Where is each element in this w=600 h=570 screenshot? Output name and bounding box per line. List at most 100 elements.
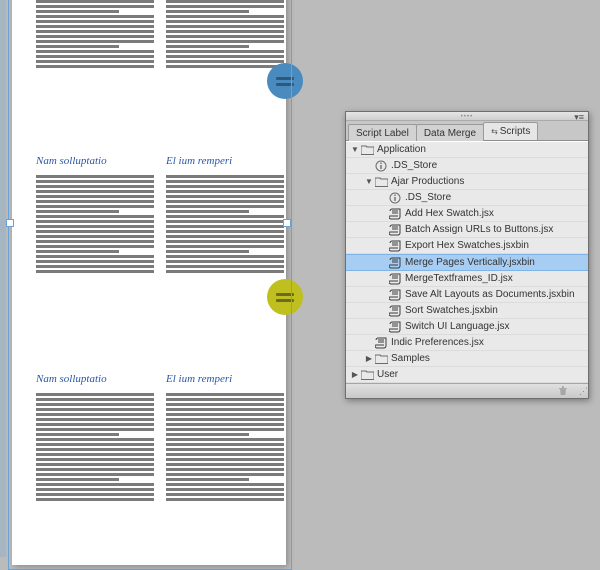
- script-label: Application: [377, 144, 584, 155]
- disclosure-right-icon[interactable]: ▶: [364, 354, 374, 363]
- script-label: Batch Assign URLs to Buttons.jsx: [405, 224, 584, 235]
- text-line: [166, 30, 284, 33]
- panel-menu-button[interactable]: ▾≡: [574, 112, 584, 123]
- text-line: [36, 235, 154, 238]
- text-line: [36, 50, 154, 53]
- script-row[interactable]: ▼Add Hex Swatch.jsx: [346, 206, 588, 222]
- document-workspace: Nam solluptatio El ium remperi Nam sollu…: [0, 0, 335, 557]
- script-icon: [388, 239, 402, 252]
- text-line: [36, 473, 154, 476]
- script-row[interactable]: ▼ Application: [346, 142, 588, 158]
- text-section-1: [36, 0, 284, 68]
- script-row[interactable]: ▼Merge Pages Vertically.jsxbin: [346, 254, 588, 271]
- text-line: [166, 468, 284, 471]
- text-line: [36, 413, 154, 416]
- text-line: [166, 180, 284, 183]
- script-icon: [388, 256, 402, 269]
- text-line: [36, 433, 119, 436]
- text-column: El ium remperi: [166, 373, 284, 501]
- text-line: [36, 15, 154, 18]
- text-line: [166, 260, 284, 263]
- trash-icon[interactable]: [558, 386, 568, 399]
- script-row[interactable]: ▼.DS_Store: [346, 190, 588, 206]
- disclosure-right-icon[interactable]: ▶: [350, 370, 360, 379]
- script-row[interactable]: ▼Save Alt Layouts as Documents.jsxbin: [346, 287, 588, 303]
- text-line: [166, 0, 284, 3]
- text-line: [166, 493, 284, 496]
- text-line: [166, 215, 284, 218]
- text-line: [36, 65, 154, 68]
- text-line: [166, 478, 249, 481]
- text-line: [36, 250, 119, 253]
- text-line: [36, 428, 154, 431]
- text-line: [166, 15, 284, 18]
- text-line: [36, 215, 154, 218]
- text-line: [166, 5, 284, 8]
- text-line: [166, 190, 284, 193]
- tab-label: Script Label: [356, 128, 409, 139]
- text-line: [36, 260, 154, 263]
- script-label: .DS_Store: [405, 192, 584, 203]
- script-row[interactable]: ▼Batch Assign URLs to Buttons.jsx: [346, 222, 588, 238]
- script-row[interactable]: ▼.DS_Store: [346, 158, 588, 174]
- text-section-2: Nam solluptatio El ium remperi: [36, 155, 284, 273]
- text-line: [36, 403, 154, 406]
- text-line: [36, 398, 154, 401]
- text-line: [36, 270, 154, 273]
- text-line: [36, 255, 154, 258]
- selection-handle[interactable]: [6, 219, 14, 227]
- text-line: [166, 195, 284, 198]
- text-line: [166, 270, 284, 273]
- disclosure-down-icon[interactable]: ▼: [350, 145, 360, 154]
- text-line: [36, 493, 154, 496]
- text-line: [166, 200, 284, 203]
- text-line: [36, 478, 119, 481]
- selection-handle[interactable]: [283, 219, 291, 227]
- text-line: [36, 195, 154, 198]
- text-line: [166, 413, 284, 416]
- text-line: [36, 240, 154, 243]
- script-icon: [388, 320, 402, 333]
- tab-scripts[interactable]: ⇆Scripts: [483, 122, 538, 140]
- script-label: Merge Pages Vertically.jsxbin: [405, 257, 584, 268]
- text-line: [166, 175, 284, 178]
- script-row[interactable]: ▼Sort Swatches.jsxbin: [346, 303, 588, 319]
- script-label: Save Alt Layouts as Documents.jsxbin: [405, 289, 584, 300]
- text-line: [36, 220, 154, 223]
- text-line: [166, 250, 249, 253]
- text-line: [36, 0, 154, 3]
- text-line: [36, 458, 154, 461]
- page[interactable]: Nam solluptatio El ium remperi Nam sollu…: [12, 0, 286, 565]
- text-line: [166, 488, 284, 491]
- text-line: [36, 5, 154, 8]
- text-line: [36, 200, 154, 203]
- scripts-tree[interactable]: ▼Application▼.DS_Store▼Ajar Productions▼…: [346, 141, 588, 383]
- tab-script-label[interactable]: Script Label: [348, 124, 417, 141]
- script-row[interactable]: ▶Samples: [346, 351, 588, 367]
- panel-resize-handle[interactable]: ⋰: [579, 386, 586, 397]
- tab-data-merge[interactable]: Data Merge: [416, 124, 484, 141]
- text-line: [36, 393, 154, 396]
- text-line: [166, 458, 284, 461]
- disclosure-down-icon[interactable]: ▼: [364, 177, 374, 186]
- text-line: [166, 393, 284, 396]
- script-row[interactable]: ▼ Ajar Productions: [346, 174, 588, 190]
- text-line: [166, 10, 249, 13]
- section-heading: El ium remperi: [166, 373, 284, 385]
- script-row[interactable]: ▶User: [346, 367, 588, 383]
- text-line: [166, 398, 284, 401]
- script-row[interactable]: ▼Switch UI Language.jsx: [346, 319, 588, 335]
- script-row[interactable]: ▼MergeTextframes_ID.jsx: [346, 271, 588, 287]
- text-line: [36, 210, 119, 213]
- text-line: [36, 483, 154, 486]
- panel-tab-bar: Script Label Data Merge⇆Scripts: [346, 121, 588, 141]
- text-line: [166, 20, 284, 23]
- text-line: [166, 433, 249, 436]
- script-icon: [388, 207, 402, 220]
- panel-grip[interactable]: •••• ▾≡: [346, 112, 588, 121]
- script-row[interactable]: ▼Export Hex Swatches.jsxbin: [346, 238, 588, 254]
- script-row[interactable]: ▼Indic Preferences.jsx: [346, 335, 588, 351]
- text-line: [36, 453, 154, 456]
- text-line: [166, 210, 249, 213]
- script-label: Ajar Productions: [391, 176, 584, 187]
